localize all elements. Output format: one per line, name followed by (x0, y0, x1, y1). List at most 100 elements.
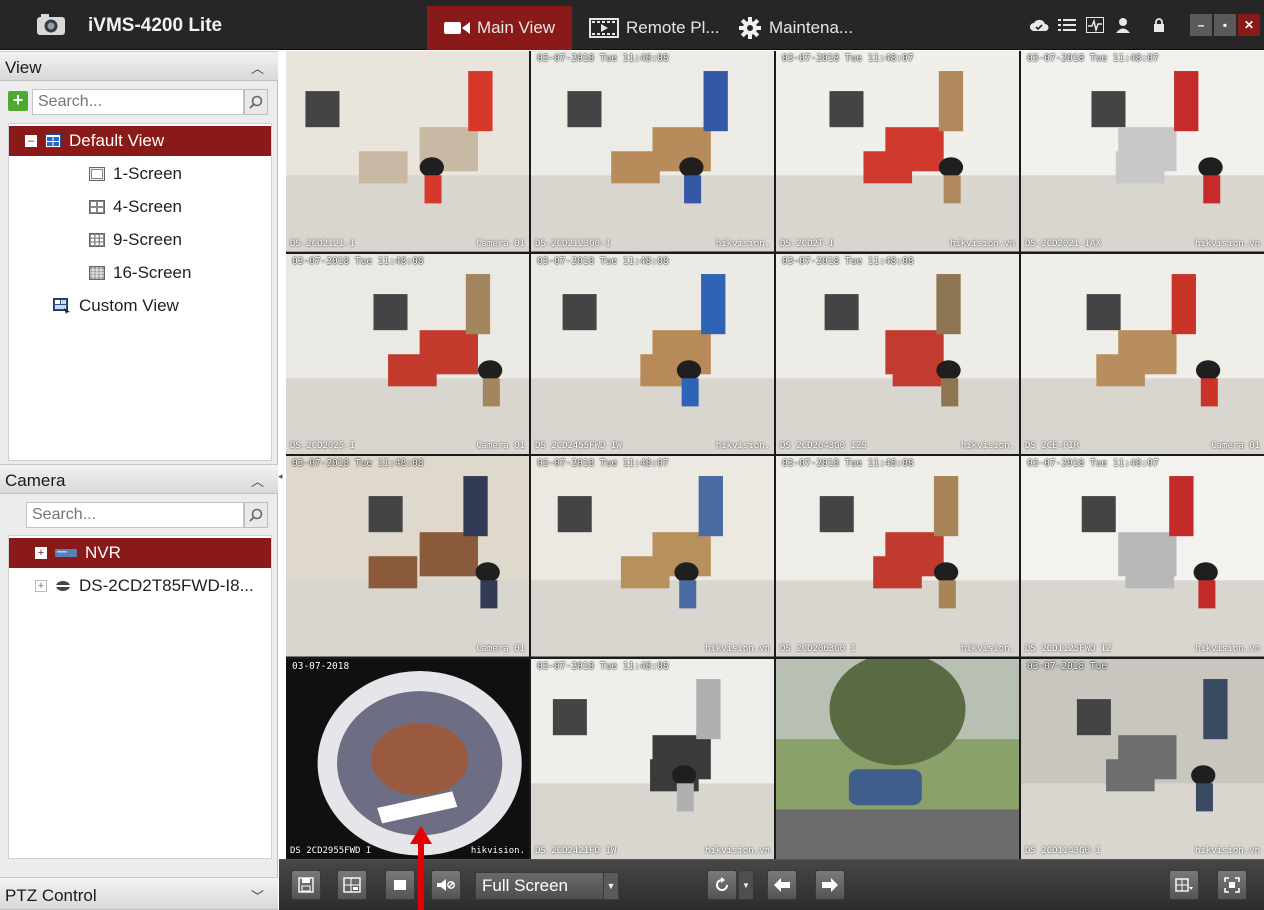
expand-chevron-icon[interactable]: ﹀ (251, 886, 264, 905)
arrow-left-icon (774, 878, 790, 892)
camera-feed-image (1021, 253, 1264, 454)
playback-icon (589, 18, 619, 38)
tab-remote-playback[interactable]: Remote Pl... (589, 6, 720, 50)
tree-item-default-view[interactable]: – Default View (9, 126, 271, 156)
search-icon (249, 95, 263, 109)
previous-page-button[interactable] (767, 870, 797, 900)
camera-feed-image (286, 456, 529, 657)
camera-feed-image (776, 253, 1019, 454)
view-tree: – Default View 1-Screen 4-Screen 9-Scree… (8, 123, 272, 461)
camera-feed-image (776, 51, 1019, 252)
osd-timestamp: 03-07-2018 Tue (1027, 660, 1108, 672)
view-search-button[interactable] (244, 89, 268, 115)
video-cell[interactable] (776, 658, 1019, 859)
osd-camera-name: DS 2CD2955FWD I (290, 846, 372, 856)
tree-item-label: NVR (85, 543, 121, 562)
camera-feed-image (1021, 658, 1264, 859)
osd-watermark: Camera 01 (476, 643, 525, 654)
camera-feed-image (1021, 456, 1264, 657)
add-view-button[interactable]: + (8, 91, 28, 111)
osd-watermark: hikvision.vn (949, 238, 1015, 249)
video-cell[interactable]: 03-07-2018 Tue 11:48:07 hikvision.vn (531, 456, 774, 657)
video-cell[interactable]: 03-07-2018 Tue 11:48:08 DS 2CD2063G0 I hik… (776, 456, 1019, 657)
video-camera-icon (443, 22, 470, 34)
tree-item-9-screen[interactable]: 9-Screen (89, 225, 182, 255)
tree-item-nvr[interactable]: + NVR (9, 538, 271, 568)
video-cell[interactable]: 03-07-2018 Tue 11:48:08 Camera 01 (286, 456, 529, 657)
auto-switch-dropdown[interactable]: ▼ (738, 870, 754, 900)
lock-icon[interactable] (1148, 14, 1170, 36)
view-search-field[interactable] (32, 89, 244, 115)
user-icon[interactable] (1112, 14, 1134, 36)
video-cell[interactable]: 03-07-2018 Tue 11:48:07 DS 2CD1125FWD IZ h… (1021, 456, 1264, 657)
tree-item-4-screen[interactable]: 4-Screen (89, 192, 182, 222)
auto-switch-button[interactable] (707, 870, 737, 900)
dropdown-arrow-icon[interactable]: ▼ (603, 872, 619, 900)
video-cell[interactable]: DS 2CE-PIR Camera 01 (1021, 253, 1264, 454)
alarm-icon[interactable] (1084, 14, 1106, 36)
mute-button[interactable] (431, 870, 461, 900)
close-icon[interactable]: ✕ (1238, 14, 1260, 36)
window-division-button[interactable] (1169, 870, 1199, 900)
tree-item-1-screen[interactable]: 1-Screen (89, 159, 182, 189)
osd-watermark: hikvision.vn (1194, 846, 1260, 856)
screen-16-icon (89, 266, 105, 280)
collapse-chevron-icon[interactable]: ︿ (251, 58, 264, 77)
video-cell[interactable]: 03-07-2018 Tue 11:48:08 DS-2CD2025-I Camer… (286, 253, 529, 454)
refresh-icon (716, 877, 728, 891)
collapse-toggle-icon[interactable]: – (25, 135, 37, 147)
titlebar-icon-group: – ▪ ✕ (1028, 0, 1264, 50)
camera-search-field[interactable] (26, 502, 244, 528)
camera-tree: + NVR + DS-2CD2T85FWD-I8... (8, 535, 272, 859)
dropdown-arrow-icon: ▼ (742, 880, 750, 890)
tab-maintenance[interactable]: Maintena... (738, 6, 853, 50)
tree-item-label: 16-Screen (113, 263, 192, 282)
ptz-panel-header[interactable]: PTZ Control ﹀ (0, 877, 278, 910)
osd-timestamp: 03-07-2018 Tue 11:48:07 (537, 458, 669, 469)
panel-splitter-handle[interactable]: ◂ (278, 471, 283, 487)
osd-watermark: Camera 01 (476, 441, 525, 451)
fullscreen-button[interactable] (1217, 870, 1247, 900)
maximize-icon[interactable]: ▪ (1214, 14, 1236, 36)
list-icon[interactable] (1056, 14, 1078, 36)
tree-item-label: DS-2CD2T85FWD-I8... (79, 576, 254, 595)
minimize-icon[interactable]: – (1190, 14, 1212, 36)
camera-search-input[interactable] (27, 503, 243, 527)
video-cell[interactable]: DS-2CD2121-I Camera 01 (286, 51, 529, 252)
camera-feed-image (531, 456, 774, 657)
view-search-input[interactable] (33, 90, 243, 114)
collapse-chevron-icon[interactable]: ︿ (251, 471, 264, 490)
view-panel-header[interactable]: View ︿ (0, 51, 278, 81)
video-cell[interactable]: 03-07-2018 DS 2CD2955FWD I hikvision. (286, 658, 529, 859)
tree-item-16-screen[interactable]: 16-Screen (89, 258, 191, 288)
video-cell[interactable]: 03-07-2018 Tue 11:48:08 DS 2CD2455FWD IW h… (531, 253, 774, 454)
cloud-icon[interactable] (1028, 14, 1050, 36)
save-view-button[interactable] (291, 870, 321, 900)
osd-watermark: hikvision.vn (1194, 643, 1260, 654)
osd-timestamp: 03-07-2018 Tue 11:48:08 (537, 53, 669, 64)
view-mode-select[interactable]: Full Screen ▼ (475, 872, 619, 900)
next-page-button[interactable] (815, 870, 845, 900)
osd-watermark: hikvision. (470, 846, 525, 856)
video-cell[interactable]: 03-07-2018 Tue 11:48:08 DS-2CD2123G0-I hik… (531, 51, 774, 252)
tab-remote-playback-label: Remote Pl... (626, 18, 720, 37)
osd-watermark: hikvision. (960, 441, 1015, 451)
tree-item-camera[interactable]: + DS-2CD2T85FWD-I8... (9, 571, 254, 601)
camera-panel-title: Camera (5, 471, 66, 490)
tab-main-view[interactable]: Main View (427, 6, 572, 50)
camera-search-button[interactable] (244, 502, 268, 528)
video-cell[interactable]: 03-07-2018 Tue 11:48:07 DS-2CD2T-I hikvisi… (776, 51, 1019, 252)
layout-button[interactable] (337, 870, 367, 900)
video-cell[interactable]: 03-07-2018 Tue 11:48:08 DS 2CD2643G0 IZS h… (776, 253, 1019, 454)
expand-toggle-icon[interactable]: + (35, 547, 47, 559)
camera-panel-header[interactable]: Camera ︿ (0, 464, 278, 494)
tree-item-custom-view[interactable]: Custom View (53, 291, 179, 321)
osd-timestamp: 03-07-2018 Tue 11:48:08 (537, 660, 669, 672)
video-cell[interactable]: 03-07-2018 Tue 11:48:07 DS-2CD2021-IAX hik… (1021, 51, 1264, 252)
camera-icon (55, 579, 71, 593)
osd-timestamp: 03-07-2018 Tue 11:48:08 (292, 255, 424, 267)
video-cell[interactable]: 03-07-2018 Tue DS 2CD1143G0-I hikvision.vn (1021, 658, 1264, 859)
video-cell[interactable]: 03-07-2018 Tue 11:48:08 DS 2CD2421FD IW hi… (531, 658, 774, 859)
stop-icon (394, 880, 406, 890)
expand-toggle-icon[interactable]: + (35, 580, 47, 592)
